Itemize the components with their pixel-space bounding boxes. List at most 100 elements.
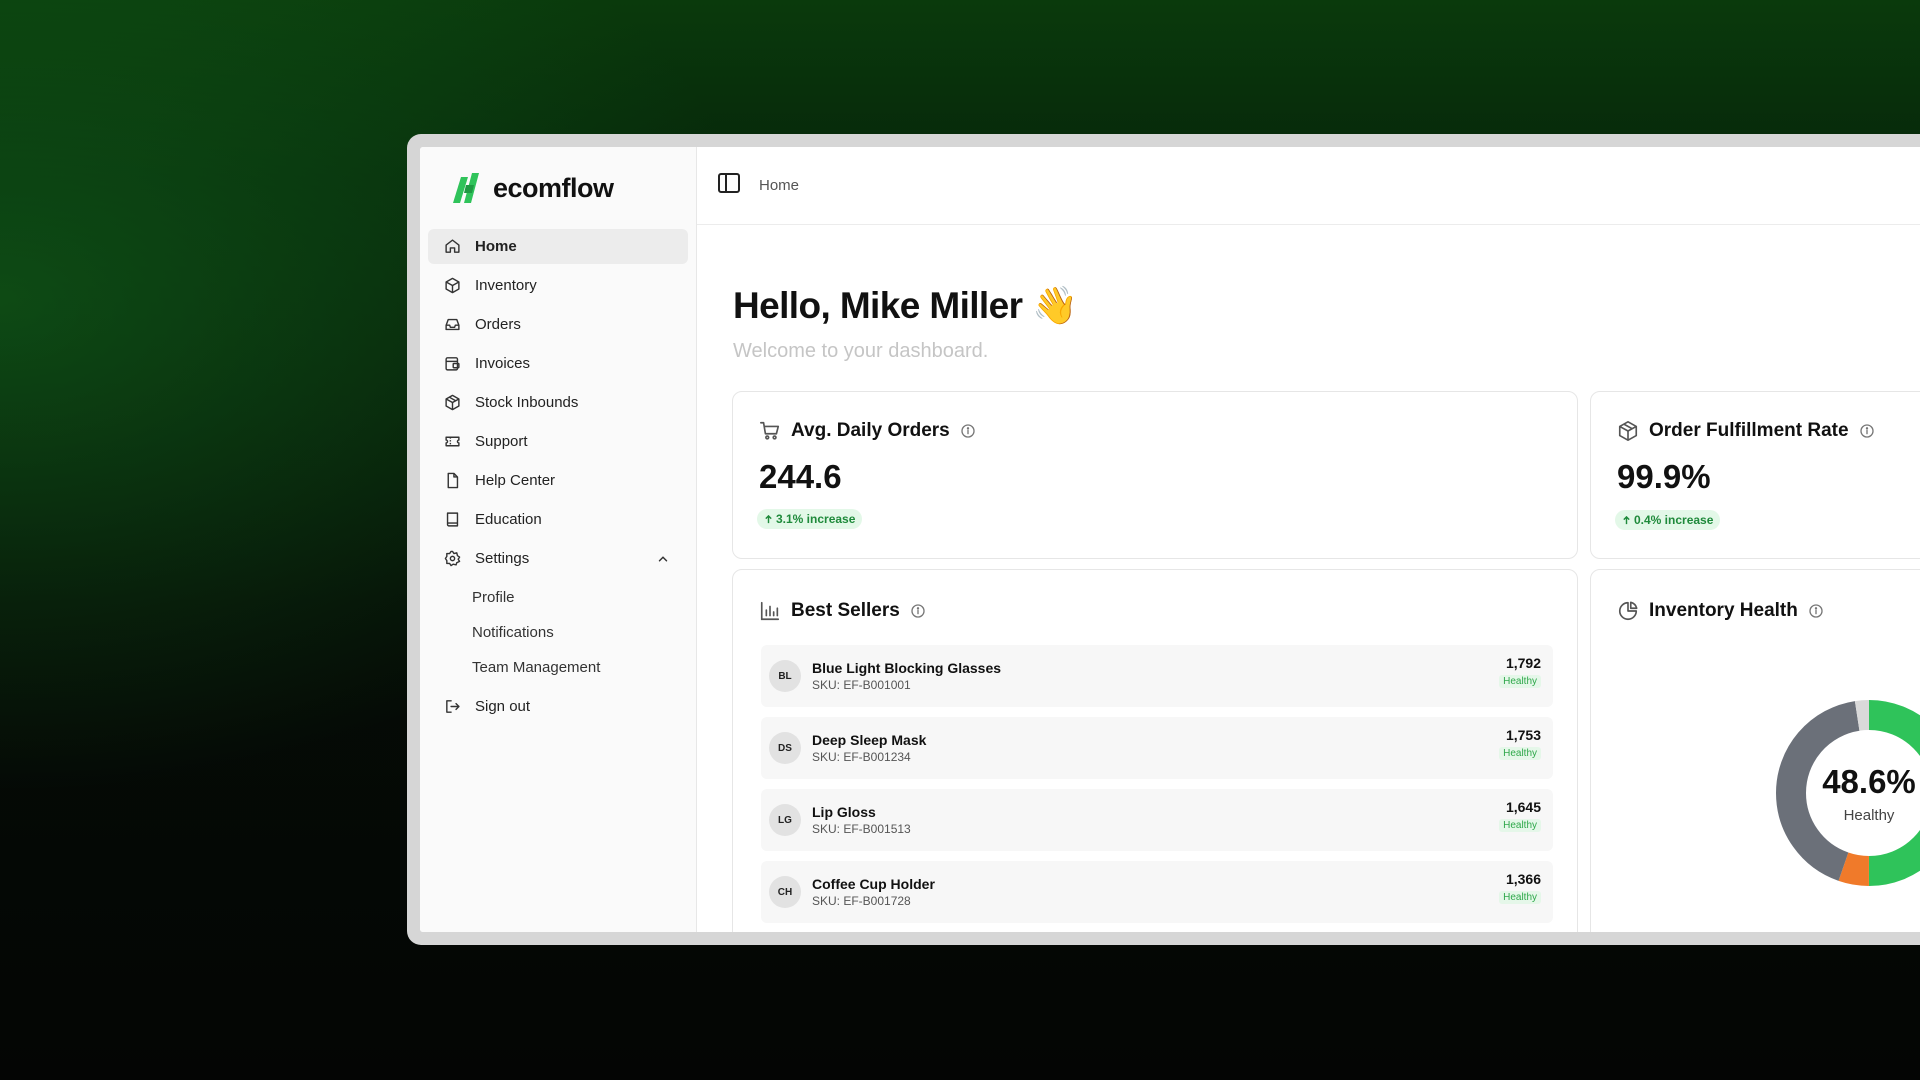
breadcrumb[interactable]: Home — [759, 177, 799, 194]
product-info: Coffee Cup Holder SKU: EF-B001728 — [812, 876, 935, 908]
product-name: Lip Gloss — [812, 804, 876, 820]
sidebar-item-label: Education — [475, 511, 542, 528]
qty-value: 1,645 — [1505, 799, 1541, 815]
main-content: Home Hello, Mike Miller 👋 Welcome to you… — [697, 147, 1920, 932]
settings-subnav: Profile Notifications Team Management — [428, 580, 688, 685]
sidebar-item-label: Help Center — [475, 472, 556, 489]
sidebar-item-stock-inbounds[interactable]: Stock Inbounds — [428, 385, 688, 420]
page-subtitle: Welcome to your dashboard. — [733, 340, 989, 362]
sidebar-item-education[interactable]: Education — [428, 502, 688, 537]
kpi-value: 244.6 — [759, 458, 842, 495]
package-icon — [1618, 421, 1638, 441]
sidebar-item-settings[interactable]: Settings — [428, 541, 688, 576]
logout-icon — [446, 700, 460, 713]
arrow-up-icon — [765, 514, 772, 523]
sidebar-toggle-icon — [718, 173, 740, 193]
product-name: Blue Light Blocking Glasses — [812, 660, 1002, 676]
ecomflow-logo-icon — [453, 173, 479, 203]
donut-center-value: 48.6% — [1822, 762, 1916, 800]
ticket-icon — [445, 436, 460, 447]
sidebar-item-label: Orders — [475, 316, 521, 333]
list-item[interactable]: DS Deep Sleep Mask SKU: EF-B001234 1,753… — [761, 717, 1553, 779]
logo[interactable]: ecomflow — [428, 147, 688, 229]
list-item[interactable]: LG Lip Gloss SKU: EF-B001513 1,645 Healt… — [761, 789, 1553, 851]
card-title: Inventory Health — [1649, 600, 1798, 621]
sidebar-subitem-team-management[interactable]: Team Management — [428, 650, 688, 685]
status-badge: Healthy — [1499, 819, 1541, 832]
sidebar-subitem-notifications[interactable]: Notifications — [428, 615, 688, 650]
avatar: LG — [769, 804, 801, 836]
sidebar-item-label: Inventory — [475, 277, 537, 294]
card-header: Order Fulfillment Rate — [1617, 420, 1875, 442]
product-qty: 1,753 Healthy — [1499, 727, 1541, 761]
sidebar-item-help-center[interactable]: Help Center — [428, 463, 688, 498]
product-sku: SKU: EF-B001728 — [812, 894, 911, 908]
brand-name: ecomflow — [493, 172, 614, 203]
sidebar-item-label: Support — [475, 433, 528, 450]
sidebar-nav: Home Inventory Orders Invoices Stock Inb… — [428, 229, 688, 576]
inventory-health-card: Inventory Health 48.6% Healthy — [1590, 569, 1920, 932]
file-icon — [447, 472, 459, 489]
status-badge: Healthy — [1499, 675, 1541, 688]
best-sellers-card: Best Sellers BL Blue Light Blocking Glas… — [732, 569, 1578, 932]
product-sku: SKU: EF-B001001 — [812, 678, 911, 692]
bar-chart-icon — [760, 601, 780, 621]
sidebar-item-invoices[interactable]: Invoices — [428, 346, 688, 381]
sidebar: ecomflow Home Inventory Orders Invoices … — [420, 147, 697, 932]
qty-value: 1,366 — [1505, 871, 1541, 887]
sidebar-item-home[interactable]: Home — [428, 229, 688, 264]
product-name: Deep Sleep Mask — [812, 732, 927, 748]
box-icon — [445, 277, 460, 294]
best-sellers-list: BL Blue Light Blocking Glasses SKU: EF-B… — [761, 645, 1553, 932]
cart-icon — [760, 421, 780, 440]
status-badge: Healthy — [1499, 891, 1541, 904]
donut-center: 48.6% Healthy — [1774, 698, 1920, 888]
info-icon[interactable] — [910, 603, 926, 619]
sidebar-item-label: Stock Inbounds — [475, 394, 579, 411]
sidebar-footer-nav: Sign out — [428, 689, 688, 724]
boxes-icon — [445, 394, 460, 411]
product-sku: SKU: EF-B001513 — [812, 822, 911, 836]
inbox-icon — [445, 318, 460, 331]
sidebar-item-sign-out[interactable]: Sign out — [428, 689, 688, 724]
info-icon[interactable] — [1859, 423, 1875, 439]
order-fulfillment-rate-card: Order Fulfillment Rate 99.9% 0.4% increa… — [1590, 391, 1920, 559]
card-header: Best Sellers — [759, 600, 926, 622]
product-info: Deep Sleep Mask SKU: EF-B001234 — [812, 732, 926, 764]
donut-center-label: Healthy — [1843, 806, 1895, 824]
product-qty: 1,792 Healthy — [1499, 655, 1541, 689]
card-title: Avg. Daily Orders — [791, 420, 950, 441]
card-title: Best Sellers — [791, 600, 900, 621]
change-text: 0.4% increase — [1634, 513, 1714, 527]
qty-value: 1,792 — [1505, 655, 1541, 671]
kpi-value: 99.9% — [1617, 458, 1711, 495]
change-badge: 3.1% increase — [757, 509, 863, 529]
app-window-frame: ecomflow Home Inventory Orders Invoices … — [407, 134, 1920, 945]
list-item[interactable]: CH Coffee Cup Holder SKU: EF-B001728 1,3… — [761, 861, 1553, 923]
pie-chart-icon — [1618, 601, 1638, 621]
page-title: Hello, Mike Miller 👋 — [733, 285, 1078, 326]
sidebar-item-orders[interactable]: Orders — [428, 307, 688, 342]
product-name: Coffee Cup Holder — [812, 876, 935, 892]
info-icon[interactable] — [1808, 603, 1824, 619]
sidebar-item-label: Home — [475, 238, 517, 255]
info-icon[interactable] — [960, 423, 976, 439]
sidebar-item-support[interactable]: Support — [428, 424, 688, 459]
chevron-up-icon[interactable] — [656, 552, 670, 566]
gear-icon — [444, 550, 461, 567]
list-item[interactable]: BL Blue Light Blocking Glasses SKU: EF-B… — [761, 645, 1553, 707]
sidebar-toggle-button[interactable] — [717, 171, 741, 200]
product-qty: 1,366 Healthy — [1499, 871, 1541, 905]
sidebar-item-inventory[interactable]: Inventory — [428, 268, 688, 303]
sidebar-item-label: Settings — [475, 550, 530, 567]
app: ecomflow Home Inventory Orders Invoices … — [420, 147, 1920, 932]
card-header: Avg. Daily Orders — [759, 420, 976, 442]
sidebar-subitem-profile[interactable]: Profile — [428, 580, 688, 615]
qty-value: 1,753 — [1505, 727, 1541, 743]
product-sku: SKU: EF-B001234 — [812, 750, 911, 764]
change-badge: 0.4% increase — [1615, 510, 1721, 530]
sidebar-item-label: Sign out — [475, 698, 531, 715]
avatar: CH — [769, 876, 801, 908]
change-text: 3.1% increase — [776, 512, 856, 526]
avatar: BL — [769, 660, 801, 692]
